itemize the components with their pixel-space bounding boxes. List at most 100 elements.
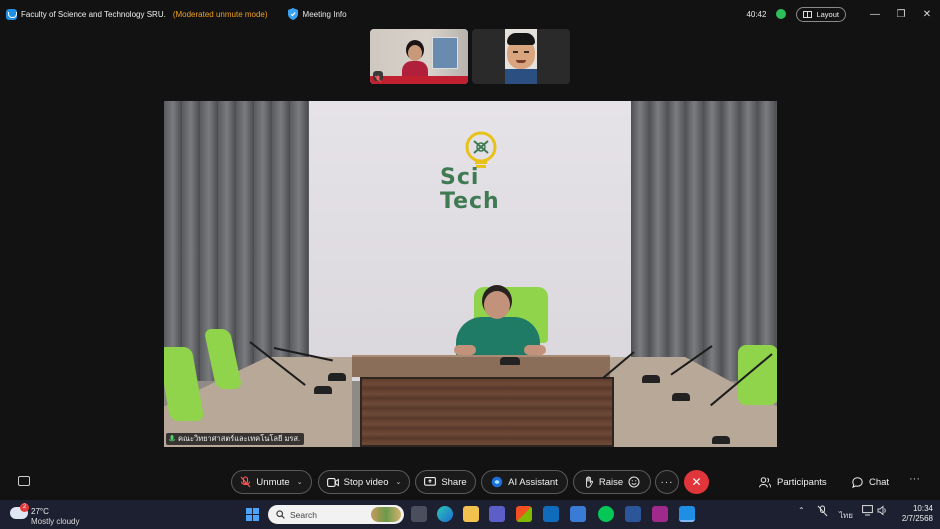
- meeting-info-button[interactable]: Meeting Info: [287, 8, 347, 20]
- microphone-base: [642, 375, 660, 383]
- chat-icon: [852, 476, 863, 488]
- layout-button[interactable]: Layout: [796, 6, 846, 22]
- task-view-icon[interactable]: [411, 506, 427, 522]
- share-label: Share: [441, 476, 467, 488]
- thumbnail-hair: [507, 33, 535, 45]
- search-highlight-image: [371, 507, 401, 522]
- chevron-down-icon[interactable]: ⌄: [396, 478, 402, 486]
- logo-text-sci: Sci: [440, 165, 480, 190]
- presenter-hand: [524, 345, 546, 355]
- reactions-icon[interactable]: [628, 476, 640, 488]
- stop-video-button[interactable]: Stop video ⌄: [318, 470, 410, 494]
- connection-status-icon[interactable]: [776, 9, 787, 19]
- video-camera-icon: [326, 477, 339, 487]
- title-left: Faculty of Science and Technology SRU. (…: [0, 8, 347, 20]
- chat-button[interactable]: Chat: [852, 472, 889, 492]
- muted-mic-icon: [373, 71, 383, 83]
- weather-temperature: 27°C: [31, 507, 49, 516]
- unmute-button[interactable]: Unmute ⌄: [231, 470, 312, 494]
- display-icon[interactable]: [862, 505, 873, 518]
- shield-icon: [287, 8, 298, 20]
- search-icon: [276, 510, 285, 519]
- thumbnail-head: [408, 45, 422, 61]
- unmute-label: Unmute: [256, 476, 290, 488]
- thumbnail-strip: [370, 76, 468, 84]
- participant-name: คณะวิทยาศาสตร์และเทคโนโลยี มรส.: [178, 434, 301, 443]
- presenter-head: [484, 291, 510, 319]
- app-g-icon[interactable]: [652, 506, 668, 522]
- participant-thumbnail-1[interactable]: [370, 29, 468, 84]
- participants-label: Participants: [777, 476, 827, 488]
- meeting-title: Faculty of Science and Technology SRU.: [21, 9, 166, 19]
- search-placeholder: Search: [290, 509, 317, 520]
- chevron-up-icon[interactable]: ⌃: [798, 506, 805, 515]
- clock-date: 2/7/2568: [901, 514, 933, 523]
- webex-logo-icon: [6, 8, 17, 20]
- raise-hand-button[interactable]: Raise: [573, 470, 651, 494]
- clock-time: 10:34: [912, 504, 933, 513]
- participants-button[interactable]: Participants: [759, 472, 827, 492]
- system-clock[interactable]: 10:34 2/7/2568: [895, 504, 933, 524]
- hand-icon: [585, 476, 593, 488]
- presenter-hand: [454, 345, 476, 355]
- word-icon[interactable]: [625, 506, 641, 522]
- edge-browser-icon[interactable]: [437, 506, 453, 522]
- microsoft-store-icon[interactable]: [516, 506, 532, 522]
- close-icon[interactable]: ✕: [914, 4, 940, 24]
- windows-start-icon[interactable]: [246, 508, 259, 521]
- chevron-down-icon[interactable]: ⌄: [297, 478, 303, 486]
- title-right: 40:42 Layout — ❐ ✕: [746, 0, 940, 28]
- line-app-icon[interactable]: [598, 506, 614, 522]
- stop-video-label: Stop video: [343, 476, 389, 488]
- participants-icon: [759, 476, 771, 488]
- microphone-base: [328, 373, 346, 381]
- share-screen-icon: [424, 477, 437, 486]
- taskbar-search-box[interactable]: Search: [268, 505, 404, 524]
- weather-description: Mostly cloudy: [31, 517, 80, 526]
- meeting-controls-bar: Unmute ⌄ Stop video ⌄ Share AI Assistant…: [0, 468, 940, 496]
- thumbnail-mouth: [516, 60, 526, 63]
- meeting-timer: 40:42: [746, 9, 767, 19]
- microphone-base: [712, 436, 730, 444]
- captions-icon[interactable]: [18, 476, 30, 486]
- input-language[interactable]: ไทย: [839, 509, 853, 522]
- leave-meeting-button[interactable]: ✕: [684, 470, 709, 494]
- thumbnail-poster: [432, 37, 458, 69]
- raise-label: Raise: [598, 476, 624, 488]
- title-bar: Faculty of Science and Technology SRU. (…: [0, 0, 940, 28]
- mic-icon: [169, 435, 175, 442]
- more-options-button[interactable]: ···: [655, 470, 679, 494]
- participant-thumbnail-2[interactable]: [472, 29, 570, 84]
- ai-assistant-button[interactable]: AI Assistant: [481, 470, 568, 494]
- thumbnail-shirt: [505, 69, 537, 84]
- meeting-info-label: Meeting Info: [302, 9, 347, 19]
- more-icon[interactable]: ···: [909, 473, 920, 485]
- webex-meeting-window: Faculty of Science and Technology SRU. (…: [0, 0, 940, 529]
- notification-badge: 2: [20, 503, 29, 512]
- mic-muted-tray-icon[interactable]: [817, 505, 828, 519]
- layout-label: Layout: [816, 9, 839, 19]
- participant-name-tag: คณะวิทยาศาสตร์และเทคโนโลยี มรส.: [166, 433, 305, 445]
- more-options-icon: ···: [660, 476, 674, 488]
- restore-icon[interactable]: ❐: [888, 4, 914, 24]
- teams-icon[interactable]: [489, 506, 505, 522]
- minimize-icon[interactable]: —: [862, 4, 888, 24]
- conference-table-top: [352, 355, 610, 377]
- chat-label: Chat: [869, 476, 890, 488]
- file-explorer-icon[interactable]: [463, 506, 479, 522]
- muted-mic-icon: [241, 476, 251, 488]
- ai-assistant-label: AI Assistant: [508, 476, 558, 488]
- layout-icon: [803, 10, 813, 18]
- windows-taskbar: 2 27°C Mostly cloudy Search ⌃ ไทย 10:34 …: [0, 500, 940, 529]
- weather-widget[interactable]: 2 27°C Mostly cloudy: [10, 503, 90, 527]
- share-button[interactable]: Share: [415, 470, 476, 494]
- main-video-stage[interactable]: Sci Tech คณะวิทยาศาสตร์และเทคโนโลยี มรส.: [164, 101, 777, 447]
- outlook-icon[interactable]: [543, 506, 559, 522]
- webex-taskbar-icon[interactable]: [679, 506, 695, 522]
- microphone-base: [500, 357, 520, 365]
- thumbnail-eye: [513, 51, 518, 53]
- volume-icon[interactable]: [877, 505, 888, 518]
- close-icon: ✕: [691, 475, 702, 489]
- printer-app-icon[interactable]: [570, 506, 586, 522]
- conference-table-front: [360, 377, 614, 447]
